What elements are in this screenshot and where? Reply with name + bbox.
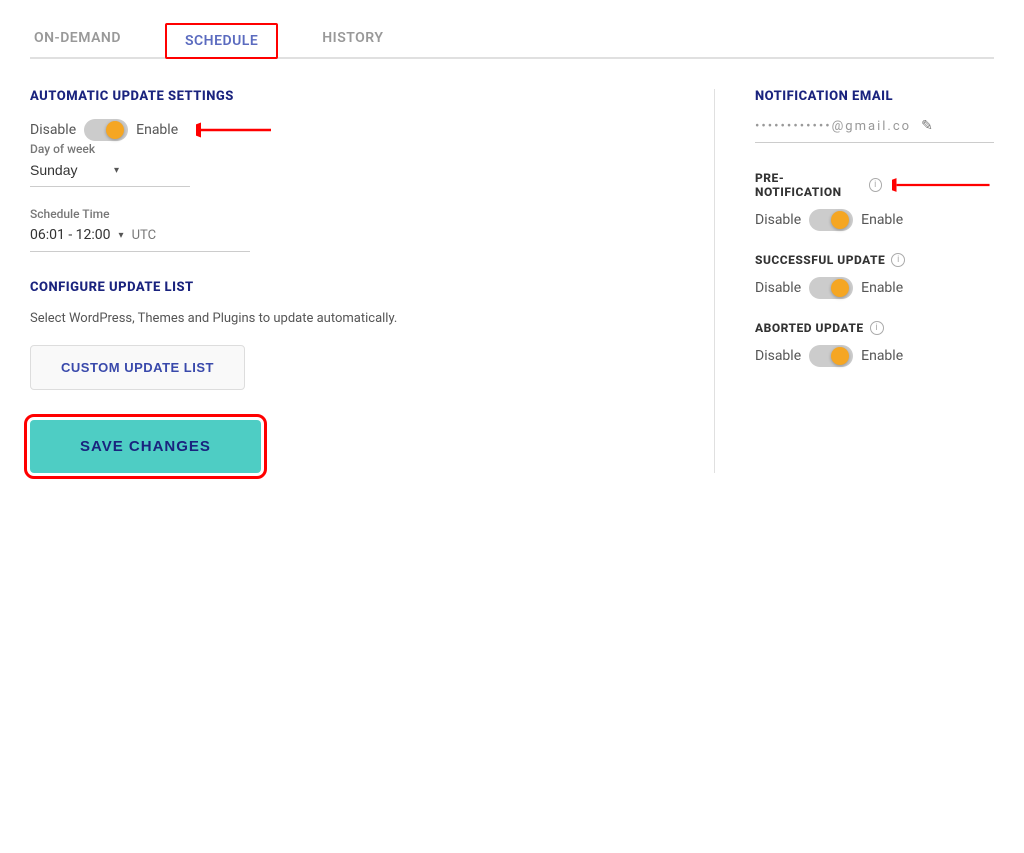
custom-update-list-button[interactable]: CUSTOM UPDATE LIST bbox=[30, 345, 245, 390]
pre-notification-title-row: PRE-NOTIFICATION i bbox=[755, 171, 994, 199]
notification-email-section: NOTIFICATION EMAIL ••••••••••••@gmail.co… bbox=[755, 89, 994, 143]
day-of-week-section: Day of week Sunday Monday Tuesday Wednes… bbox=[30, 142, 654, 187]
successful-update-toggle-row: Disable Enable bbox=[755, 277, 994, 299]
schedule-time-label: Schedule Time bbox=[30, 207, 654, 221]
successful-update-info-icon[interactable]: i bbox=[891, 253, 905, 267]
configure-update-title: CONFIGURE UPDATE LIST bbox=[30, 280, 654, 295]
successful-update-toggle[interactable] bbox=[809, 277, 853, 299]
successful-update-enable-label: Enable bbox=[861, 280, 903, 296]
auto-update-disable-label: Disable bbox=[30, 122, 76, 138]
red-arrow-annotation-2 bbox=[892, 173, 994, 197]
notification-email-title: NOTIFICATION EMAIL bbox=[755, 89, 994, 104]
auto-update-toggle-row: Disable Enable bbox=[30, 118, 654, 142]
aborted-update-title-row: ABORTED UPDATE i bbox=[755, 321, 994, 335]
save-changes-button[interactable]: SAVE CHANGES bbox=[30, 420, 261, 473]
schedule-time-section: Schedule Time 06:01 - 12:00 ▾ UTC bbox=[30, 207, 654, 252]
save-button-wrapper: SAVE CHANGES bbox=[30, 420, 654, 473]
tabs-bar: ON-DEMAND SCHEDULE HISTORY bbox=[30, 20, 994, 59]
toggle-thumb bbox=[106, 121, 124, 139]
pre-notification-info-icon[interactable]: i bbox=[869, 178, 882, 192]
pre-notification-section: PRE-NOTIFICATION i Disable bbox=[755, 171, 994, 231]
pre-notification-disable-label: Disable bbox=[755, 212, 801, 228]
toggle-thumb-pre bbox=[831, 211, 849, 229]
aborted-update-enable-label: Enable bbox=[861, 348, 903, 364]
pre-notification-enable-label: Enable bbox=[861, 212, 903, 228]
red-arrow-annotation-1 bbox=[196, 118, 276, 142]
schedule-time-chevron-icon[interactable]: ▾ bbox=[119, 230, 124, 241]
pre-notification-toggle[interactable] bbox=[809, 209, 853, 231]
aborted-update-info-icon[interactable]: i bbox=[870, 321, 884, 335]
toggle-thumb-success bbox=[831, 279, 849, 297]
pre-notification-toggle-row: Disable Enable bbox=[755, 209, 994, 231]
successful-update-title: SUCCESSFUL UPDATE bbox=[755, 253, 885, 267]
schedule-time-wrapper: 06:01 - 12:00 ▾ UTC bbox=[30, 227, 250, 252]
aborted-update-title: ABORTED UPDATE bbox=[755, 321, 864, 335]
day-of-week-label: Day of week bbox=[30, 142, 654, 156]
day-of-week-select-wrapper: Sunday Monday Tuesday Wednesday Thursday… bbox=[30, 162, 190, 187]
tab-schedule[interactable]: SCHEDULE bbox=[165, 23, 278, 59]
email-value: ••••••••••••@gmail.co bbox=[755, 119, 911, 134]
right-column: NOTIFICATION EMAIL ••••••••••••@gmail.co… bbox=[714, 89, 994, 473]
left-column: AUTOMATIC UPDATE SETTINGS Disable Enable bbox=[30, 89, 654, 473]
aborted-update-toggle-row: Disable Enable bbox=[755, 345, 994, 367]
main-layout: AUTOMATIC UPDATE SETTINGS Disable Enable bbox=[30, 89, 994, 473]
edit-email-icon[interactable]: ✎ bbox=[921, 118, 933, 134]
aborted-update-toggle[interactable] bbox=[809, 345, 853, 367]
toggle-thumb-aborted bbox=[831, 347, 849, 365]
successful-update-disable-label: Disable bbox=[755, 280, 801, 296]
automatic-update-title: AUTOMATIC UPDATE SETTINGS bbox=[30, 89, 654, 104]
tab-history[interactable]: HISTORY bbox=[318, 20, 387, 59]
auto-update-enable-label: Enable bbox=[136, 122, 178, 138]
aborted-update-section: ABORTED UPDATE i Disable Enable bbox=[755, 321, 994, 367]
schedule-time-timezone: UTC bbox=[132, 228, 156, 243]
tab-on-demand[interactable]: ON-DEMAND bbox=[30, 20, 125, 59]
successful-update-section: SUCCESSFUL UPDATE i Disable Enable bbox=[755, 253, 994, 299]
automatic-update-section: AUTOMATIC UPDATE SETTINGS Disable Enable bbox=[30, 89, 654, 142]
auto-update-toggle[interactable] bbox=[84, 119, 128, 141]
configure-update-section: CONFIGURE UPDATE LIST Select WordPress, … bbox=[30, 280, 654, 390]
day-of-week-select[interactable]: Sunday Monday Tuesday Wednesday Thursday… bbox=[30, 162, 108, 178]
day-of-week-chevron-icon: ▾ bbox=[114, 165, 119, 176]
email-row: ••••••••••••@gmail.co ✎ bbox=[755, 118, 994, 143]
successful-update-title-row: SUCCESSFUL UPDATE i bbox=[755, 253, 994, 267]
schedule-time-value: 06:01 - 12:00 bbox=[30, 227, 111, 243]
aborted-update-disable-label: Disable bbox=[755, 348, 801, 364]
configure-update-description: Select WordPress, Themes and Plugins to … bbox=[30, 309, 654, 329]
pre-notification-title: PRE-NOTIFICATION bbox=[755, 171, 863, 199]
